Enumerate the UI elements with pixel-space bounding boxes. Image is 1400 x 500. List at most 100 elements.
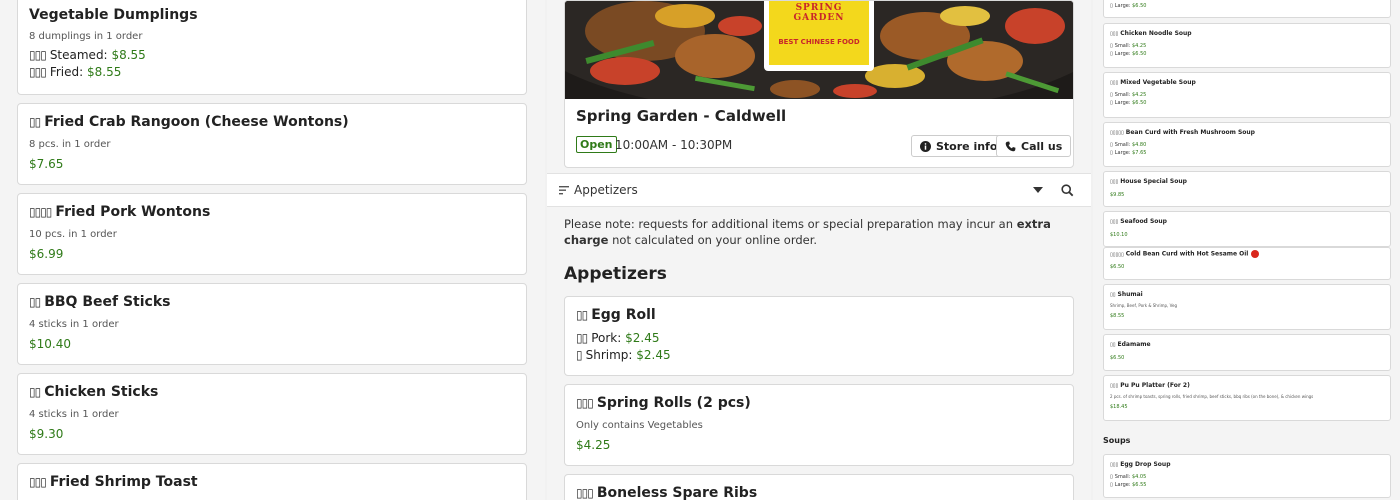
call-us-button[interactable]: Call us xyxy=(996,135,1072,157)
menu-item-fried-shrimp-toast[interactable]: ▯▯▯ Fried Shrimp Toast xyxy=(17,463,527,500)
side-item-seafood-soup[interactable]: ▯▯▯ Seafood Soup $10.10 xyxy=(1103,211,1391,247)
logo-title: SPRING GARDEN xyxy=(793,3,845,23)
menu-item-bbq-beef-sticks[interactable]: ▯▯ BBQ Beef Sticks 4 sticks in 1 order $1… xyxy=(17,283,527,365)
sort-icon xyxy=(559,186,569,195)
item-title: Chicken Sticks xyxy=(44,384,159,400)
item-price: $10.10 xyxy=(1110,232,1128,238)
item-title: Fried Pork Wontons xyxy=(55,204,211,220)
size-price: $6.50 xyxy=(1132,51,1147,57)
search-icon[interactable] xyxy=(1061,184,1074,197)
option-price: $8.55 xyxy=(86,65,122,79)
note-text: Please note: requests for additional ite… xyxy=(564,217,1017,231)
chinese-label: ▯▯▯ xyxy=(1110,462,1119,468)
size-price: $7.65 xyxy=(1132,150,1147,156)
item-title: Chicken Noodle Soup xyxy=(1120,30,1192,37)
store-name: Spring Garden - Caldwell xyxy=(576,107,787,125)
option-price: $2.45 xyxy=(625,331,660,345)
option-label: Steamed: xyxy=(49,48,108,62)
chinese-label: ▯▯▯ xyxy=(29,65,47,79)
item-price: $6.50 xyxy=(1110,355,1125,361)
side-item-egg-drop-soup[interactable]: ▯▯▯ Egg Drop Soup ▯ Small: $4.05 ▯ Large: $… xyxy=(1103,454,1391,498)
chinese-label: ▯▯▯ xyxy=(1110,219,1119,225)
page: Vegetable Dumplings 8 dumplings in 1 ord… xyxy=(0,0,1400,500)
size-label: Small: xyxy=(1114,92,1131,98)
item-title: Fried Shrimp Toast xyxy=(49,474,198,490)
chinese-label: ▯▯▯ xyxy=(29,48,47,62)
side-item-pu-pu-platter[interactable]: ▯▯▯ Pu Pu Platter (For 2) 2 pcs. of shrim… xyxy=(1103,375,1391,421)
caret-down-icon[interactable] xyxy=(1033,187,1043,194)
item-price: $6.99 xyxy=(29,247,64,261)
side-item-partial[interactable]: ▯ Large: $6.50 xyxy=(1103,0,1391,18)
restaurant-logo: SPRING GARDEN BEST CHINESE FOOD xyxy=(764,1,874,71)
option-label: Pork: xyxy=(591,331,622,345)
menu-item-boneless-spare-ribs[interactable]: ▯▯▯ Boneless Spare Ribs xyxy=(564,474,1074,500)
side-item-shumai[interactable]: ▯▯ Shumai Shrimp, Beef, Pork & Shrimp, Ve… xyxy=(1103,284,1391,330)
item-description: 10 pcs. in 1 order xyxy=(29,229,117,240)
size-price: $4.25 xyxy=(1131,92,1147,98)
menu-item-chicken-sticks[interactable]: ▯▯ Chicken Sticks 4 sticks in 1 order $9.… xyxy=(17,373,527,455)
item-price: $6.50 xyxy=(1110,264,1125,270)
call-us-label: Call us xyxy=(1021,139,1063,153)
menu-item-egg-roll[interactable]: ▯▯ Egg Roll ▯▯ Pork: $2.45 ▯ Shrimp: $2.45 xyxy=(564,296,1074,376)
size-label: Large: xyxy=(1114,51,1131,57)
category-select[interactable]: Appetizers xyxy=(574,183,638,197)
item-price: $7.65 xyxy=(29,157,64,171)
open-status-badge: Open xyxy=(576,136,617,153)
chinese-label: ▯▯ xyxy=(1110,342,1116,348)
item-title: Edamame xyxy=(1117,341,1151,348)
size-price: $6.50 xyxy=(1132,100,1147,106)
store-main-column: SPRING GARDEN BEST CHINESE FOOD Spring G… xyxy=(547,0,1091,500)
side-item-edamame[interactable]: ▯▯ Edamame $6.50 xyxy=(1103,334,1391,371)
item-title: Seafood Soup xyxy=(1120,218,1167,225)
size-label: Large: xyxy=(1114,150,1131,156)
chinese-label: ▯▯ xyxy=(576,331,588,345)
menu-item-vegetable-dumplings[interactable]: Vegetable Dumplings 8 dumplings in 1 ord… xyxy=(17,0,527,95)
section-title-soups: Soups xyxy=(1103,436,1131,445)
size-label: Small: xyxy=(1114,474,1131,480)
store-info-button[interactable]: Store info xyxy=(911,135,1007,157)
menu-item-spring-rolls[interactable]: ▯▯▯ Spring Rolls (2 pcs) Only contains Ve… xyxy=(564,384,1074,466)
size-price: $4.80 xyxy=(1131,142,1147,148)
item-title: Boneless Spare Ribs xyxy=(596,485,758,500)
option-row[interactable]: ▯▯▯ Fried: $8.55 xyxy=(29,65,515,79)
size-label: Large: xyxy=(1114,3,1131,9)
chinese-label: ▯ xyxy=(576,348,583,362)
order-note: Please note: requests for additional ite… xyxy=(564,216,1064,248)
chinese-label: ▯▯▯▯▯ xyxy=(1110,130,1124,136)
item-description: Shrimp, Beef, Pork & Shrimp, Veg xyxy=(1110,303,1177,308)
item-description: 8 pcs. in 1 order xyxy=(29,139,111,150)
chinese-label: ▯▯ xyxy=(29,115,41,129)
chinese-label: ▯▯▯ xyxy=(1110,31,1119,37)
option-price: $8.55 xyxy=(111,48,146,62)
item-title: Bean Curd with Fresh Mushroom Soup xyxy=(1125,129,1255,136)
option-row[interactable]: ▯▯▯ Steamed: $8.55 xyxy=(29,48,515,62)
store-header-card: SPRING GARDEN BEST CHINESE FOOD Spring G… xyxy=(564,0,1074,168)
chinese-label: ▯ xyxy=(1110,3,1113,9)
chinese-label: ▯▯ xyxy=(1110,292,1116,298)
chinese-label: ▯▯ xyxy=(29,385,41,399)
info-icon xyxy=(920,140,931,152)
item-title: Vegetable Dumplings xyxy=(29,7,198,23)
side-item-bean-curd-mushroom-soup[interactable]: ▯▯▯▯▯ Bean Curd with Fresh Mushroom Soup … xyxy=(1103,122,1391,167)
option-row[interactable]: ▯▯ Pork: $2.45 xyxy=(576,331,1062,345)
size-label: Large: xyxy=(1114,100,1131,106)
item-title: Egg Roll xyxy=(591,307,656,323)
side-item-cold-bean-curd[interactable]: ▯▯▯▯▯ Cold Bean Curd with Hot Sesame Oil … xyxy=(1103,247,1391,280)
chinese-label: ▯▯▯▯ xyxy=(29,205,52,219)
item-description: 8 dumplings in 1 order xyxy=(29,31,143,42)
side-item-mixed-vegetable-soup[interactable]: ▯▯▯ Mixed Vegetable Soup ▯ Small: $4.25 ▯ L… xyxy=(1103,72,1391,118)
side-item-chicken-noodle-soup[interactable]: ▯▯▯ Chicken Noodle Soup ▯ Small: $4.25 ▯ La… xyxy=(1103,23,1391,68)
item-price: $9.30 xyxy=(29,427,64,441)
size-price: $6.55 xyxy=(1132,482,1147,488)
option-row[interactable]: ▯ Shrimp: $2.45 xyxy=(576,348,1062,362)
store-hours: 10:00AM - 10:30PM xyxy=(615,138,733,152)
menu-item-fried-pork-wontons[interactable]: ▯▯▯▯ Fried Pork Wontons 10 pcs. in 1 orde… xyxy=(17,193,527,275)
size-price: $6.50 xyxy=(1132,3,1147,9)
size-label: Large: xyxy=(1114,482,1131,488)
item-title: Egg Drop Soup xyxy=(1120,461,1171,468)
menu-item-crab-rangoon[interactable]: ▯▯ Fried Crab Rangoon (Cheese Wontons) 8 … xyxy=(17,103,527,185)
chinese-label: ▯▯▯ xyxy=(576,486,594,500)
side-item-house-special-soup[interactable]: ▯▯▯ House Special Soup $9.85 xyxy=(1103,171,1391,207)
chinese-label: ▯▯▯ xyxy=(1110,80,1119,86)
item-title: Cold Bean Curd with Hot Sesame Oil xyxy=(1125,250,1249,258)
